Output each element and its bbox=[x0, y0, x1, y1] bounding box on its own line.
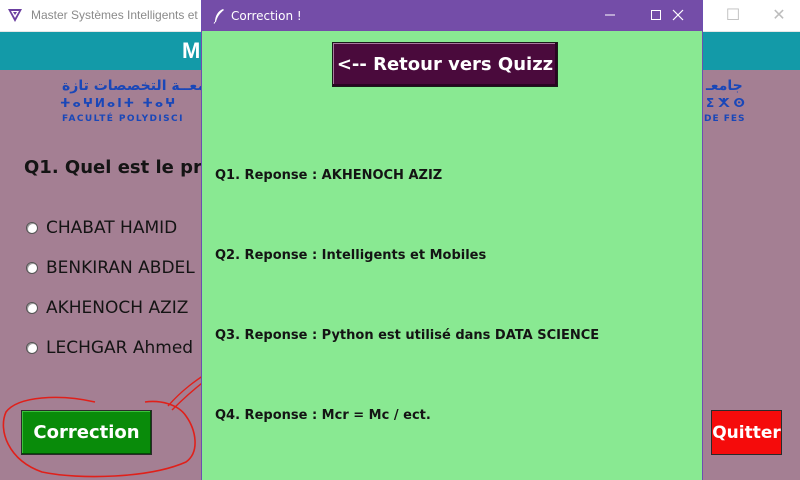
main-close-icon[interactable]: ✕ bbox=[764, 3, 794, 27]
radio-button[interactable] bbox=[26, 302, 38, 314]
quit-button[interactable]: Quitter bbox=[711, 410, 782, 455]
option-label: LECHGAR Ahmed bbox=[46, 338, 194, 358]
option-label: AKHENOCH AZIZ bbox=[46, 298, 189, 318]
answer-q2: Q2. Reponse : Intelligents et Mobiles bbox=[215, 248, 487, 263]
correction-button[interactable]: Correction bbox=[21, 410, 152, 455]
university-tifinagh-name: ⵜⴰⵖⵍⴰⵏⵜ ⵜⴰⵖ bbox=[60, 96, 178, 110]
university-french-name-right: DE FES bbox=[704, 114, 746, 124]
answer-q4: Q4. Reponse : Mcr = Mc / ect. bbox=[215, 408, 431, 423]
option-label: CHABAT HAMID bbox=[46, 218, 178, 238]
main-maximize-icon[interactable]: ☐ bbox=[718, 3, 748, 27]
university-tifinagh-name-right: ⵉ ⵅ ⵙ bbox=[706, 96, 745, 110]
answer-q1: Q1. Reponse : AKHENOCH AZIZ bbox=[215, 168, 443, 183]
answer-option-4[interactable]: LECHGAR Ahmed bbox=[24, 337, 193, 359]
header-title: M bbox=[182, 38, 201, 63]
close-icon[interactable] bbox=[655, 3, 701, 29]
question-text: Q1. Quel est le pres bbox=[24, 157, 225, 178]
app-logo-icon bbox=[8, 9, 22, 22]
radio-button[interactable] bbox=[26, 222, 38, 234]
popup-titlebar[interactable]: Correction ! bbox=[202, 0, 702, 31]
radio-button[interactable] bbox=[26, 262, 38, 274]
university-arabic-name-right: جامعـ bbox=[706, 78, 743, 94]
minimize-icon[interactable] bbox=[587, 3, 633, 29]
option-label: BENKIRAN ABDEL bbox=[46, 258, 195, 278]
university-arabic-name: جامعــة التخصصات تازة bbox=[62, 78, 222, 94]
main-window-title: Master Systèmes Intelligents et M bbox=[31, 8, 212, 22]
correction-window: Correction ! <-- Retour vers Quizz Q1. R… bbox=[201, 0, 703, 480]
back-to-quiz-button[interactable]: <-- Retour vers Quizz bbox=[332, 42, 558, 87]
university-french-name: FACULTÉ POLYDISCI bbox=[62, 114, 184, 124]
answer-option-2[interactable]: BENKIRAN ABDEL bbox=[24, 257, 195, 279]
radio-button[interactable] bbox=[26, 342, 38, 354]
answer-option-1[interactable]: CHABAT HAMID bbox=[24, 217, 177, 239]
answer-option-3[interactable]: AKHENOCH AZIZ bbox=[24, 297, 188, 319]
feather-icon bbox=[213, 9, 224, 24]
popup-title: Correction ! bbox=[231, 9, 302, 23]
answer-q3: Q3. Reponse : Python est utilisé dans DA… bbox=[215, 328, 600, 343]
